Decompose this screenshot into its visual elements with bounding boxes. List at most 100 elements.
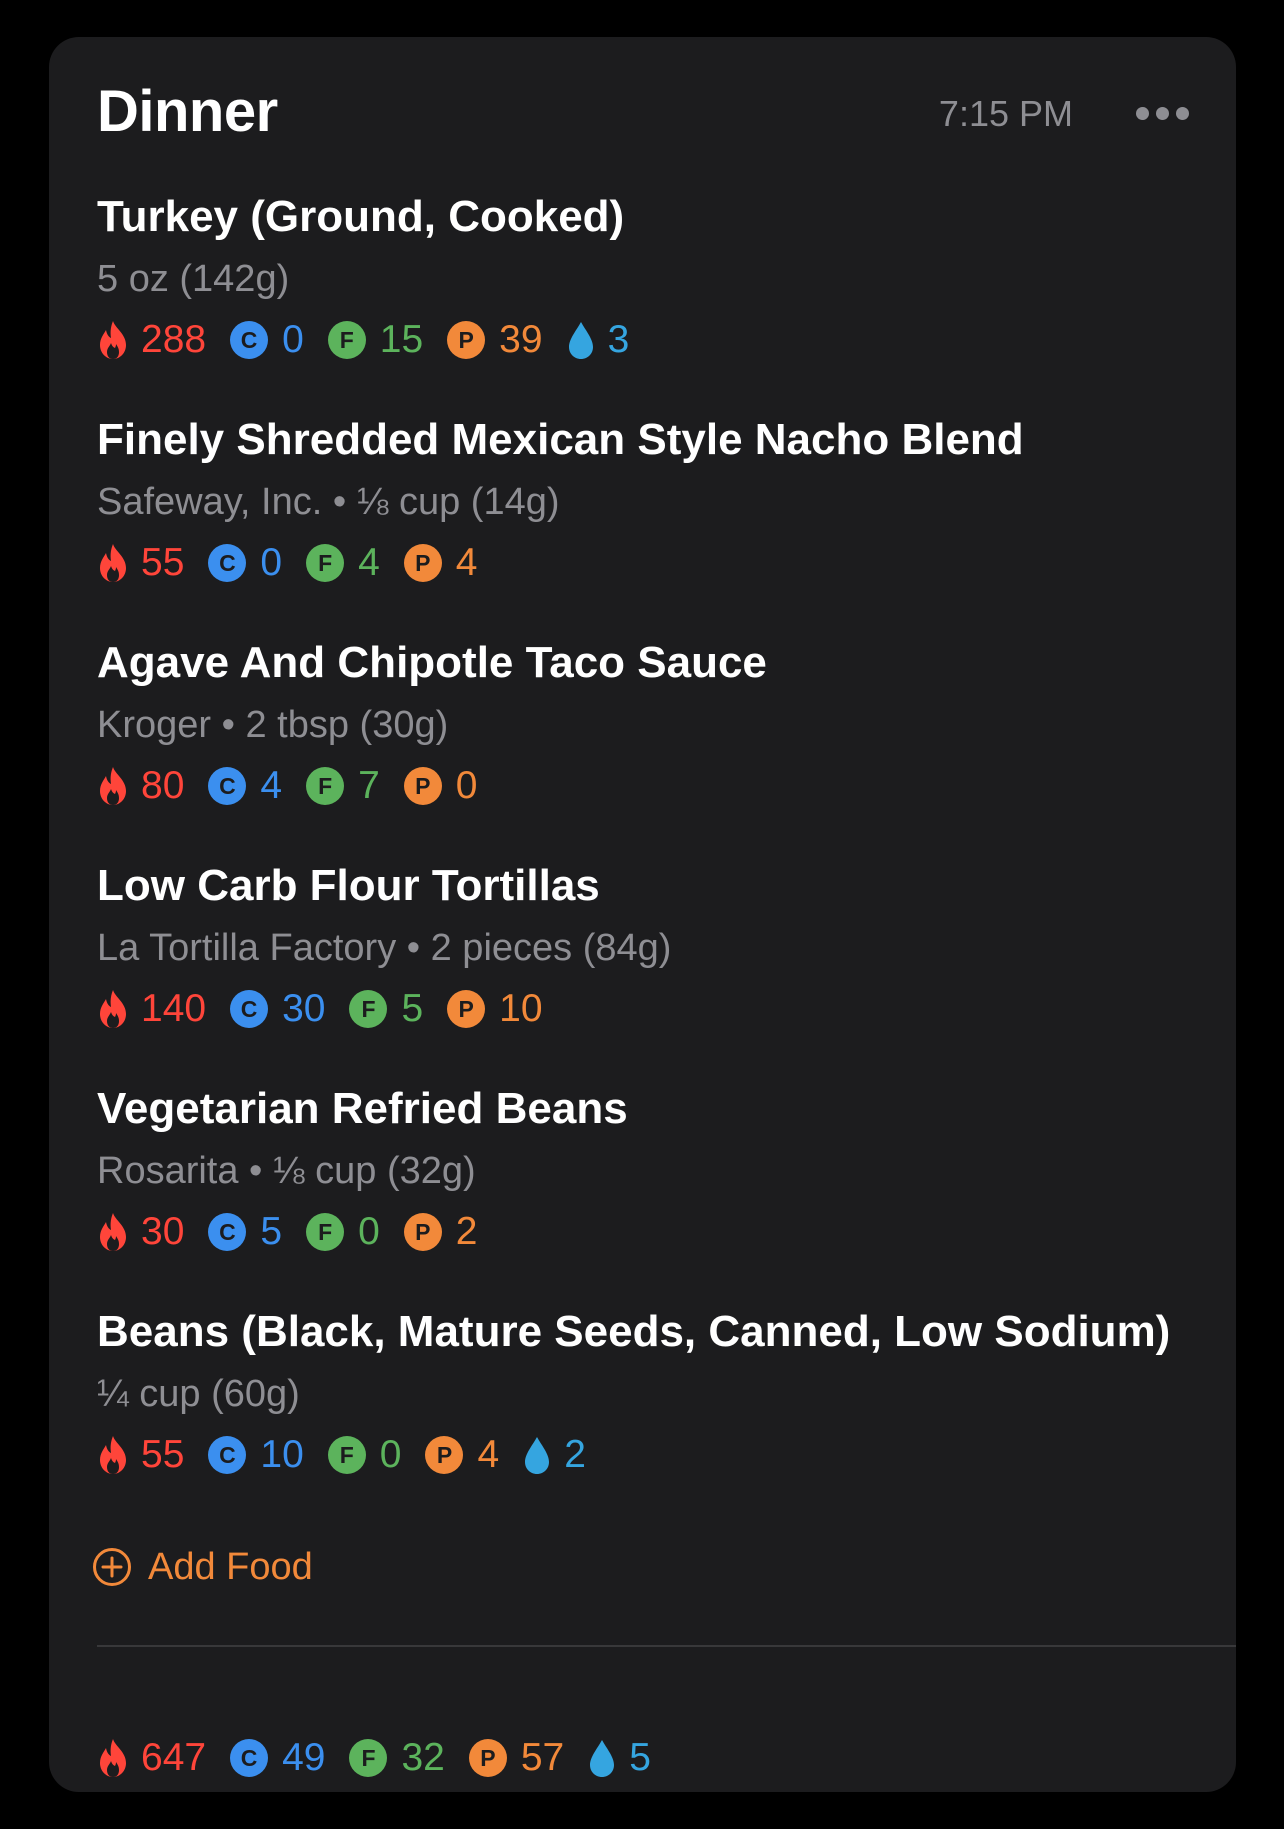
carbs-value: 49 [282, 1736, 326, 1779]
divider [97, 1645, 1236, 1647]
carbs-badge-icon: C [230, 1739, 269, 1777]
calories-flame-icon [100, 1213, 126, 1251]
protein-macro: P4 [425, 1432, 499, 1478]
carbs-badge-icon: C [230, 990, 269, 1028]
calories-macro: 288 [97, 317, 206, 363]
carbs-macro: C0 [230, 317, 304, 363]
fat-macro: F 15 [327, 317, 424, 363]
carbs-badge-icon: C [208, 767, 247, 805]
carbs-value: 30 [282, 987, 326, 1030]
calories-flame-icon [100, 544, 126, 582]
fat-value: 0 [379, 1433, 402, 1476]
food-serving: Safeway, Inc. • ⅛ cup (14g) [97, 481, 560, 523]
protein-badge-icon: P [403, 1213, 442, 1251]
fat-value: 32 [401, 1736, 445, 1779]
calories-flame-icon [100, 321, 126, 359]
calories-flame-icon [100, 767, 126, 805]
fat-badge-icon: F [349, 990, 388, 1028]
calories-value: 55 [141, 541, 185, 584]
calories-flame-icon [100, 1436, 126, 1474]
food-name: Agave And Chipotle Taco Sauce [97, 638, 767, 687]
meal-title: Dinner [97, 79, 278, 144]
meal-totals: 647 C 49 F 32 P 57 5 [97, 1735, 675, 1781]
food-serving: 5 oz (142g) [97, 258, 290, 300]
water-drop-icon [590, 1740, 615, 1777]
protein-macro: P 10 [447, 986, 543, 1032]
add-food-button[interactable]: Add Food [92, 1537, 313, 1597]
carbs-badge-icon: C [208, 1436, 247, 1474]
water-macro: 2 [523, 1432, 586, 1478]
fat-value: 0 [358, 1210, 380, 1253]
protein-value: 57 [520, 1736, 565, 1779]
carbs-badge-icon: C [208, 544, 247, 582]
calories-value: 30 [141, 1210, 185, 1253]
carbs-badge-icon: C [230, 321, 269, 359]
fat-badge-icon: F [327, 321, 366, 359]
carbs-macro: C4 [208, 763, 282, 809]
meal-time[interactable]: 7:15 PM [939, 77, 1073, 151]
carbs-macro: C 10 [208, 1432, 304, 1478]
calories-value: 140 [141, 987, 207, 1030]
food-name: Beans (Black, Mature Seeds, Canned, Low … [97, 1307, 1171, 1356]
food-item[interactable]: Beans (Black, Mature Seeds, Canned, Low … [97, 1307, 1196, 1530]
water-macro: 3 [567, 317, 629, 363]
fat-value: 4 [358, 541, 380, 584]
calories-macro: 140 [97, 986, 206, 1032]
carbs-value: 0 [260, 541, 283, 584]
food-macros: 55 C 10 F 0 P 4 2 [97, 1432, 610, 1478]
fat-value: 7 [358, 764, 380, 807]
food-item[interactable]: Turkey (Ground, Cooked) 5 oz (142g) 288 C 0 F… [97, 192, 1196, 415]
calories-value: 55 [141, 1433, 185, 1476]
protein-value: 10 [499, 987, 543, 1030]
food-serving: Kroger • 2 tbsp (30g) [97, 704, 449, 746]
carbs-macro: C 30 [230, 986, 325, 1032]
food-serving: La Tortilla Factory • 2 pieces (84g) [97, 927, 672, 969]
protein-value: 2 [455, 1210, 478, 1253]
food-name: Vegetarian Refried Beans [97, 1084, 628, 1133]
carbs-macro: C0 [208, 540, 282, 586]
protein-macro: P4 [403, 540, 478, 586]
protein-macro: P 57 [468, 1735, 565, 1781]
water-value: 5 [629, 1736, 651, 1779]
food-item[interactable]: Finely Shredded Mexican Style Nacho Blen… [97, 415, 1196, 638]
food-macros: 55 C 0 F 4 P 4 [97, 540, 502, 586]
protein-value: 4 [477, 1433, 500, 1476]
water-macro: 5 [588, 1735, 651, 1781]
fat-badge-icon: F [306, 767, 345, 805]
food-item[interactable]: Agave And Chipotle Taco Sauce Kroger • 2 … [97, 638, 1196, 861]
more-options-icon[interactable] [1136, 107, 1189, 121]
protein-value: 39 [499, 318, 543, 361]
fat-value: 15 [379, 318, 424, 361]
calories-macro: 55 [97, 540, 184, 586]
food-item[interactable]: Vegetarian Refried Beans Rosarita • ⅛ cup… [97, 1084, 1196, 1307]
water-drop-icon [525, 1437, 550, 1474]
food-macros: 140 C 30 F 5 P 10 [97, 986, 567, 1032]
fat-macro: F7 [306, 763, 380, 809]
fat-value: 5 [401, 987, 424, 1030]
food-name: Finely Shredded Mexican Style Nacho Blen… [97, 415, 1024, 464]
carbs-badge-icon: C [208, 1213, 247, 1251]
fat-badge-icon: F [349, 1739, 388, 1777]
meal-header: Dinner 7:15 PM [97, 77, 1204, 147]
calories-value: 288 [141, 318, 207, 361]
carbs-macro: C5 [208, 1209, 282, 1255]
carbs-value: 5 [260, 1210, 283, 1253]
protein-badge-icon: P [468, 1739, 507, 1777]
protein-badge-icon: P [425, 1436, 464, 1474]
food-serving: Rosarita • ⅛ cup (32g) [97, 1150, 476, 1192]
add-food-label: Add Food [148, 1546, 313, 1588]
fat-macro: F4 [306, 540, 380, 586]
food-serving: ¼ cup (60g) [97, 1373, 300, 1415]
carbs-macro: C 49 [230, 1735, 325, 1781]
protein-macro: P2 [403, 1209, 478, 1255]
fat-macro: F0 [327, 1432, 402, 1478]
food-item[interactable]: Low Carb Flour Tortillas La Tortilla Fact… [97, 861, 1196, 1084]
fat-badge-icon: F [327, 1436, 366, 1474]
fat-macro: F5 [349, 986, 423, 1032]
food-macros: 80 C 4 F 7 P 0 [97, 763, 502, 809]
calories-value: 80 [141, 764, 185, 807]
calories-flame-icon [100, 990, 126, 1028]
protein-value: 0 [455, 764, 478, 807]
calories-macro: 80 [97, 763, 184, 809]
carbs-value: 4 [260, 764, 283, 807]
